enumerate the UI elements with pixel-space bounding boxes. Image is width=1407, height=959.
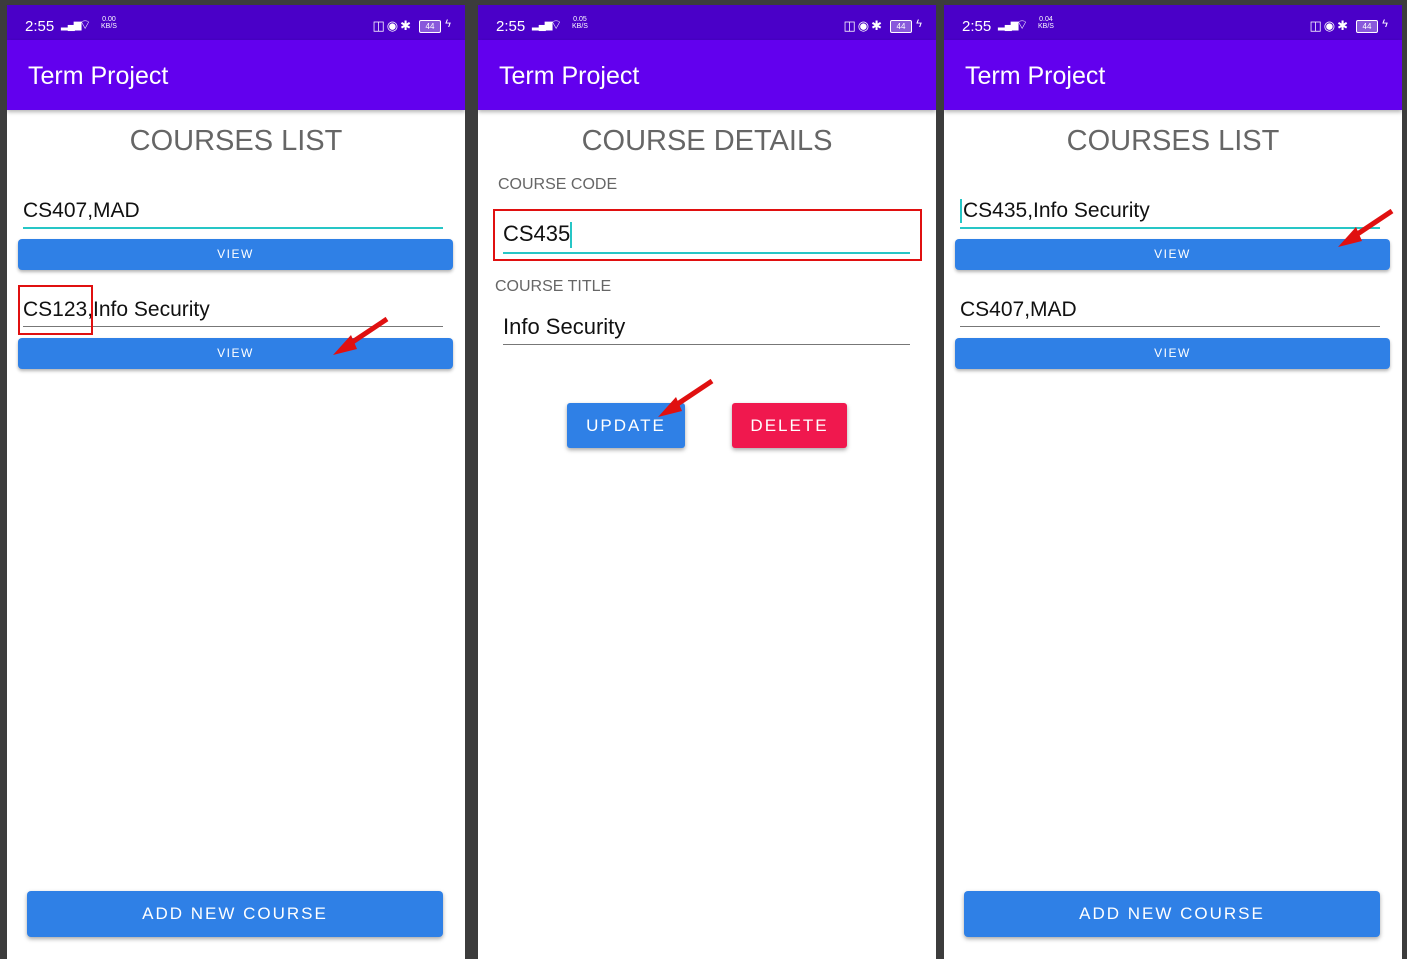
status-time: 2:55: [496, 18, 526, 35]
screen-course-details: 2:55 ▂▄▆ ⌔ 0.05 KB/S ◫◉✱ 44 ϟ Term Projec…: [478, 5, 936, 959]
signal-icon: ▂▄▆: [61, 20, 81, 31]
wifi-icon: ⌔: [79, 17, 92, 32]
view-button[interactable]: VIEW: [18, 239, 453, 270]
screen-courses-list-before: 2:55 ▂▄▆ ⌔ 0.00 KB/S ◫◉✱ 44 ϟ Term Projec…: [7, 5, 465, 959]
wifi-icon: ⌔: [1016, 17, 1029, 32]
app-title: Term Project: [28, 62, 169, 90]
status-icons: ◫◉✱: [1309, 18, 1350, 34]
charging-icon: ϟ: [1382, 18, 1388, 30]
screen-courses-list-after: 2:55 ▂▄▆ ⌔ 0.04 KB/S ◫◉✱ 44 ϟ Term Projec…: [944, 5, 1402, 959]
signal-icon: ▂▄▆: [998, 20, 1018, 31]
status-time: 2:55: [25, 18, 55, 35]
view-button[interactable]: VIEW: [955, 338, 1390, 369]
bluetooth-icon: ✱: [871, 18, 884, 33]
annotation-highlight-box: [18, 285, 93, 335]
charging-icon: ϟ: [916, 18, 922, 30]
vibrate-icon: ◫: [372, 18, 387, 33]
network-speed: 0.04 KB/S: [1038, 16, 1054, 30]
alarm-icon: ◉: [386, 18, 401, 33]
page-title: COURSES LIST: [1066, 125, 1280, 157]
course-item-text[interactable]: CS407,MAD: [960, 296, 1380, 327]
page-title: COURSES LIST: [129, 125, 343, 157]
status-icons: ◫◉✱: [843, 18, 884, 34]
annotation-highlight-box: [493, 209, 922, 261]
status-bar: 2:55 ▂▄▆ ⌔ 0.00 KB/S ◫◉✱ 44 ϟ: [7, 5, 465, 40]
status-bar: 2:55 ▂▄▆ ⌔ 0.05 KB/S ◫◉✱ 44 ϟ: [478, 5, 936, 40]
arrow-annotation-icon: [333, 316, 389, 355]
status-time: 2:55: [962, 18, 992, 35]
app-bar: Term Project: [7, 40, 465, 110]
signal-icon: ▂▄▆: [532, 20, 552, 31]
course-code-label: COURSE CODE: [498, 176, 618, 193]
vibrate-icon: ◫: [843, 18, 858, 33]
app-bar: Term Project: [944, 40, 1402, 110]
course-title-label: COURSE TITLE: [495, 278, 612, 295]
app-bar: Term Project: [478, 40, 936, 110]
app-title: Term Project: [965, 62, 1106, 90]
course-title-input[interactable]: Info Security: [503, 312, 910, 345]
delete-button[interactable]: DELETE: [732, 403, 847, 448]
page-title: COURSE DETAILS: [581, 125, 833, 157]
text-cursor: [960, 199, 962, 224]
add-new-course-button[interactable]: ADD NEW COURSE: [964, 891, 1380, 937]
network-speed: 0.00 KB/S: [101, 16, 117, 30]
network-speed: 0.05 KB/S: [572, 16, 588, 30]
charging-icon: ϟ: [445, 18, 451, 30]
alarm-icon: ◉: [857, 18, 872, 33]
alarm-icon: ◉: [1323, 18, 1338, 33]
view-button[interactable]: VIEW: [955, 239, 1390, 270]
battery-icon: 44: [419, 20, 441, 33]
add-new-course-button[interactable]: ADD NEW COURSE: [27, 891, 443, 937]
course-item-text[interactable]: CS435,Info Security: [960, 197, 1380, 229]
battery-icon: 44: [1356, 20, 1378, 33]
status-bar: 2:55 ▂▄▆ ⌔ 0.04 KB/S ◫◉✱ 44 ϟ: [944, 5, 1402, 40]
bluetooth-icon: ✱: [1337, 18, 1350, 33]
app-title: Term Project: [499, 62, 640, 90]
arrow-annotation-icon: [1338, 208, 1394, 247]
course-item-text[interactable]: CS407,MAD: [23, 197, 443, 229]
status-icons: ◫◉✱: [372, 18, 413, 34]
arrow-annotation-icon: [658, 378, 714, 417]
wifi-icon: ⌔: [550, 17, 563, 32]
vibrate-icon: ◫: [1309, 18, 1324, 33]
bluetooth-icon: ✱: [400, 18, 413, 33]
battery-icon: 44: [890, 20, 912, 33]
